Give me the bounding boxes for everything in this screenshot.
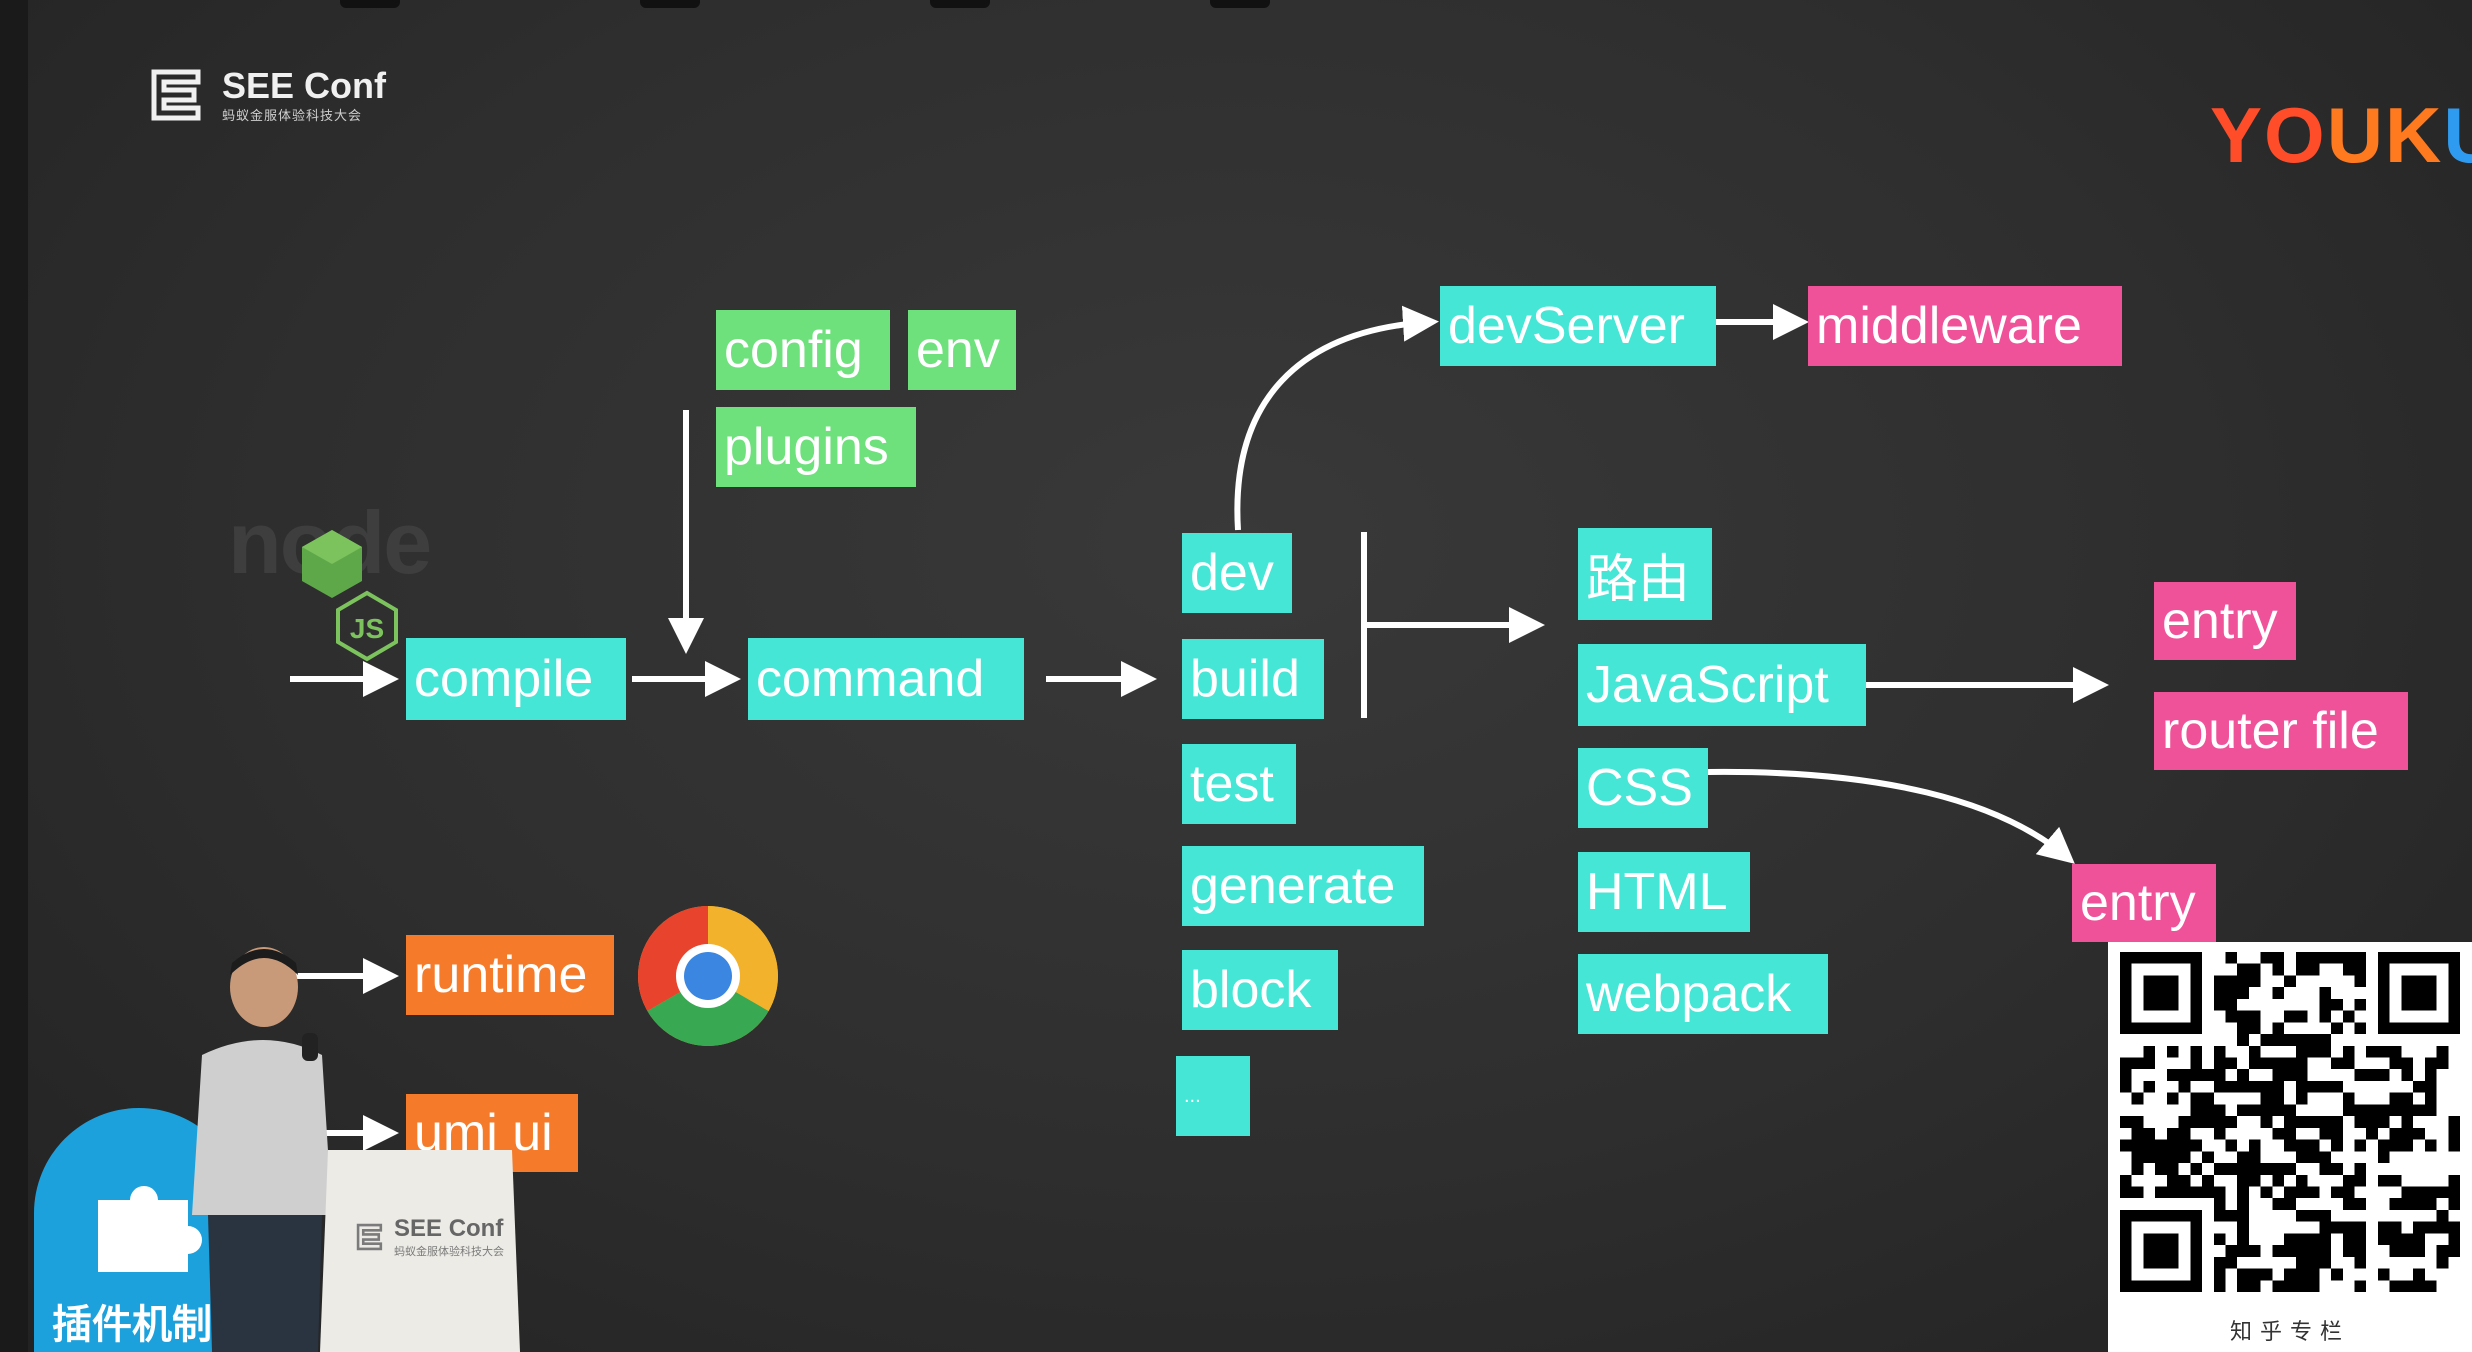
presentation-stage: SEE Conf 蚂蚁金服体验科技大会 YOUKU node JS [0, 0, 2472, 1352]
middleware-box: middleware [1808, 286, 2122, 366]
arrow-css-entry [1707, 768, 2075, 864]
podium-title: SEE Conf [394, 1215, 504, 1242]
command-generate: generate [1182, 846, 1424, 926]
arrow-dev-devserver [1234, 305, 1439, 531]
podium-see-conf-mark-icon [356, 1223, 383, 1251]
compile-box: compile [406, 638, 626, 720]
js-target-router-file: router file [2154, 692, 2408, 770]
runtime-box: runtime [406, 935, 614, 1015]
plugins-box: plugins [716, 407, 916, 487]
output-css: CSS [1578, 748, 1708, 828]
command-box: command [748, 638, 1024, 720]
devserver-box: devServer [1440, 286, 1716, 366]
css-target-entry: entry [2072, 864, 2216, 942]
env-box: env [908, 310, 1016, 390]
output-routes: 路由 [1578, 528, 1712, 620]
output-html: HTML [1578, 852, 1750, 932]
chrome-icon [638, 906, 778, 1046]
output-webpack: webpack [1578, 954, 1828, 1034]
command-build: build [1182, 639, 1324, 719]
command-test: test [1182, 744, 1296, 824]
qr-code-icon[interactable] [2118, 952, 2462, 1292]
command-block: block [1182, 950, 1338, 1030]
podium-subtitle: 蚂蚁金服体验科技大会 [394, 1246, 504, 1258]
command-more: ... [1176, 1056, 1250, 1136]
js-target-entry: entry [2154, 582, 2296, 660]
command-dev: dev [1182, 533, 1292, 613]
podium-logo: SEE Conf 蚂蚁金服体验科技大会 [356, 1215, 504, 1259]
output-javascript: JavaScript [1578, 644, 1866, 726]
qr-caption: 知乎专栏 [2229, 1320, 2350, 1345]
config-box: config [716, 310, 890, 390]
